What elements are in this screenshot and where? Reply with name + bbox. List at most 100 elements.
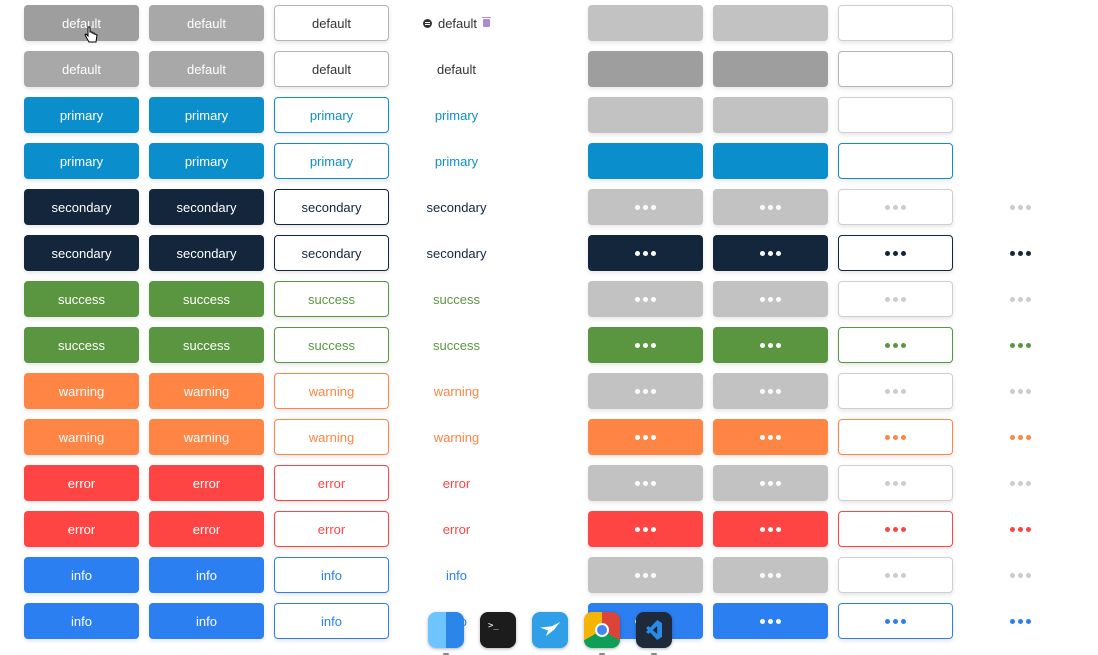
primary-solid-button[interactable]: primary xyxy=(24,97,139,133)
warning-icon-text-button-disabled[interactable] xyxy=(963,373,1078,409)
error-solid-button[interactable]: error xyxy=(24,511,139,547)
info-outline-button[interactable]: info xyxy=(274,557,389,593)
info-icon-button-disabled[interactable] xyxy=(588,557,703,593)
secondary-icon-text-button[interactable] xyxy=(963,235,1078,271)
warning-text-button[interactable]: warning xyxy=(399,419,514,455)
success-icon-text-button-disabled[interactable] xyxy=(963,281,1078,317)
success-icon-button[interactable] xyxy=(588,327,703,363)
error-icon-text-button[interactable] xyxy=(963,511,1078,547)
success-solid-button[interactable]: success xyxy=(24,281,139,317)
info-icon-outline-button[interactable] xyxy=(838,603,953,639)
default-icon-outline-button-disabled[interactable] xyxy=(838,5,953,41)
success-icon-button-disabled[interactable] xyxy=(588,281,703,317)
warning-solid-button[interactable]: warning xyxy=(149,373,264,409)
error-solid-button[interactable]: error xyxy=(149,465,264,501)
warning-text-button[interactable]: warning xyxy=(399,373,514,409)
secondary-icon-button-disabled[interactable] xyxy=(588,189,703,225)
error-icon-outline-button-disabled[interactable] xyxy=(838,465,953,501)
primary-text-button[interactable]: primary xyxy=(399,97,514,133)
default-icon-button[interactable] xyxy=(713,51,828,87)
primary-solid-button[interactable]: primary xyxy=(24,143,139,179)
vscode-icon[interactable] xyxy=(636,612,672,655)
success-icon-outline-button[interactable] xyxy=(838,327,953,363)
error-solid-button[interactable]: error xyxy=(149,511,264,547)
default-text-button[interactable]: default xyxy=(399,51,514,87)
trash-icon[interactable] xyxy=(482,17,492,27)
success-solid-button[interactable]: success xyxy=(149,327,264,363)
success-icon-text-button[interactable] xyxy=(963,327,1078,363)
warning-icon-button-disabled[interactable] xyxy=(588,373,703,409)
secondary-outline-button[interactable]: secondary xyxy=(274,189,389,225)
success-outline-button[interactable]: success xyxy=(274,327,389,363)
info-icon-outline-button-disabled[interactable] xyxy=(838,557,953,593)
secondary-solid-button[interactable]: secondary xyxy=(149,189,264,225)
default-solid-button[interactable]: default xyxy=(149,51,264,87)
info-text-button[interactable]: info xyxy=(399,557,514,593)
default-text-button[interactable]: default xyxy=(399,5,514,41)
error-outline-button[interactable]: error xyxy=(274,511,389,547)
info-icon-button-disabled[interactable] xyxy=(713,557,828,593)
secondary-solid-button[interactable]: secondary xyxy=(149,235,264,271)
finder-icon[interactable] xyxy=(428,612,464,655)
info-outline-button[interactable]: info xyxy=(274,603,389,639)
warning-icon-outline-button[interactable] xyxy=(838,419,953,455)
error-icon-button[interactable] xyxy=(588,511,703,547)
default-icon-button[interactable] xyxy=(588,51,703,87)
warning-icon-text-button[interactable] xyxy=(963,419,1078,455)
warning-outline-button[interactable]: warning xyxy=(274,419,389,455)
default-solid-button[interactable]: default xyxy=(149,5,264,41)
info-icon-text-button-disabled[interactable] xyxy=(963,557,1078,593)
primary-outline-button[interactable]: primary xyxy=(274,143,389,179)
primary-icon-button-disabled[interactable] xyxy=(588,97,703,133)
primary-icon-button[interactable] xyxy=(588,143,703,179)
warning-icon-outline-button-disabled[interactable] xyxy=(838,373,953,409)
error-text-button[interactable]: error xyxy=(399,465,514,501)
secondary-outline-button[interactable]: secondary xyxy=(274,235,389,271)
primary-solid-button[interactable]: primary xyxy=(149,143,264,179)
secondary-icon-button-disabled[interactable] xyxy=(713,189,828,225)
warning-icon-button-disabled[interactable] xyxy=(713,373,828,409)
secondary-icon-button[interactable] xyxy=(588,235,703,271)
primary-icon-button-disabled[interactable] xyxy=(713,97,828,133)
info-solid-button[interactable]: info xyxy=(24,557,139,593)
migration-assistant-icon[interactable] xyxy=(532,612,568,648)
default-solid-button[interactable]: default xyxy=(24,51,139,87)
info-solid-button[interactable]: info xyxy=(149,557,264,593)
primary-icon-outline-button-disabled[interactable] xyxy=(838,97,953,133)
chrome-icon[interactable] xyxy=(584,612,620,655)
default-icon-button-disabled[interactable] xyxy=(588,5,703,41)
success-text-button[interactable]: success xyxy=(399,281,514,317)
default-solid-button[interactable]: default xyxy=(24,5,139,41)
error-solid-button[interactable]: error xyxy=(24,465,139,501)
error-icon-button[interactable] xyxy=(713,511,828,547)
secondary-icon-outline-button[interactable] xyxy=(838,235,953,271)
secondary-icon-button[interactable] xyxy=(713,235,828,271)
primary-icon-outline-button[interactable] xyxy=(838,143,953,179)
warning-icon-button[interactable] xyxy=(713,419,828,455)
success-icon-button-disabled[interactable] xyxy=(713,281,828,317)
primary-text-button[interactable]: primary xyxy=(399,143,514,179)
warning-solid-button[interactable]: warning xyxy=(24,373,139,409)
primary-solid-button[interactable]: primary xyxy=(149,97,264,133)
success-outline-button[interactable]: success xyxy=(274,281,389,317)
error-icon-button-disabled[interactable] xyxy=(713,465,828,501)
secondary-text-button[interactable]: secondary xyxy=(399,235,514,271)
secondary-solid-button[interactable]: secondary xyxy=(24,189,139,225)
error-icon-text-button-disabled[interactable] xyxy=(963,465,1078,501)
primary-icon-button[interactable] xyxy=(713,143,828,179)
error-icon-outline-button[interactable] xyxy=(838,511,953,547)
default-icon-outline-button[interactable] xyxy=(838,51,953,87)
default-icon-button-disabled[interactable] xyxy=(713,5,828,41)
primary-outline-button[interactable]: primary xyxy=(274,97,389,133)
error-icon-button-disabled[interactable] xyxy=(588,465,703,501)
warning-solid-button[interactable]: warning xyxy=(24,419,139,455)
warning-icon-button[interactable] xyxy=(588,419,703,455)
warning-outline-button[interactable]: warning xyxy=(274,373,389,409)
info-icon-text-button[interactable] xyxy=(963,603,1078,639)
default-outline-button[interactable]: default xyxy=(274,5,389,41)
secondary-icon-outline-button-disabled[interactable] xyxy=(838,189,953,225)
success-icon-outline-button-disabled[interactable] xyxy=(838,281,953,317)
error-text-button[interactable]: error xyxy=(399,511,514,547)
warning-solid-button[interactable]: warning xyxy=(149,419,264,455)
info-icon-button[interactable] xyxy=(713,603,828,639)
